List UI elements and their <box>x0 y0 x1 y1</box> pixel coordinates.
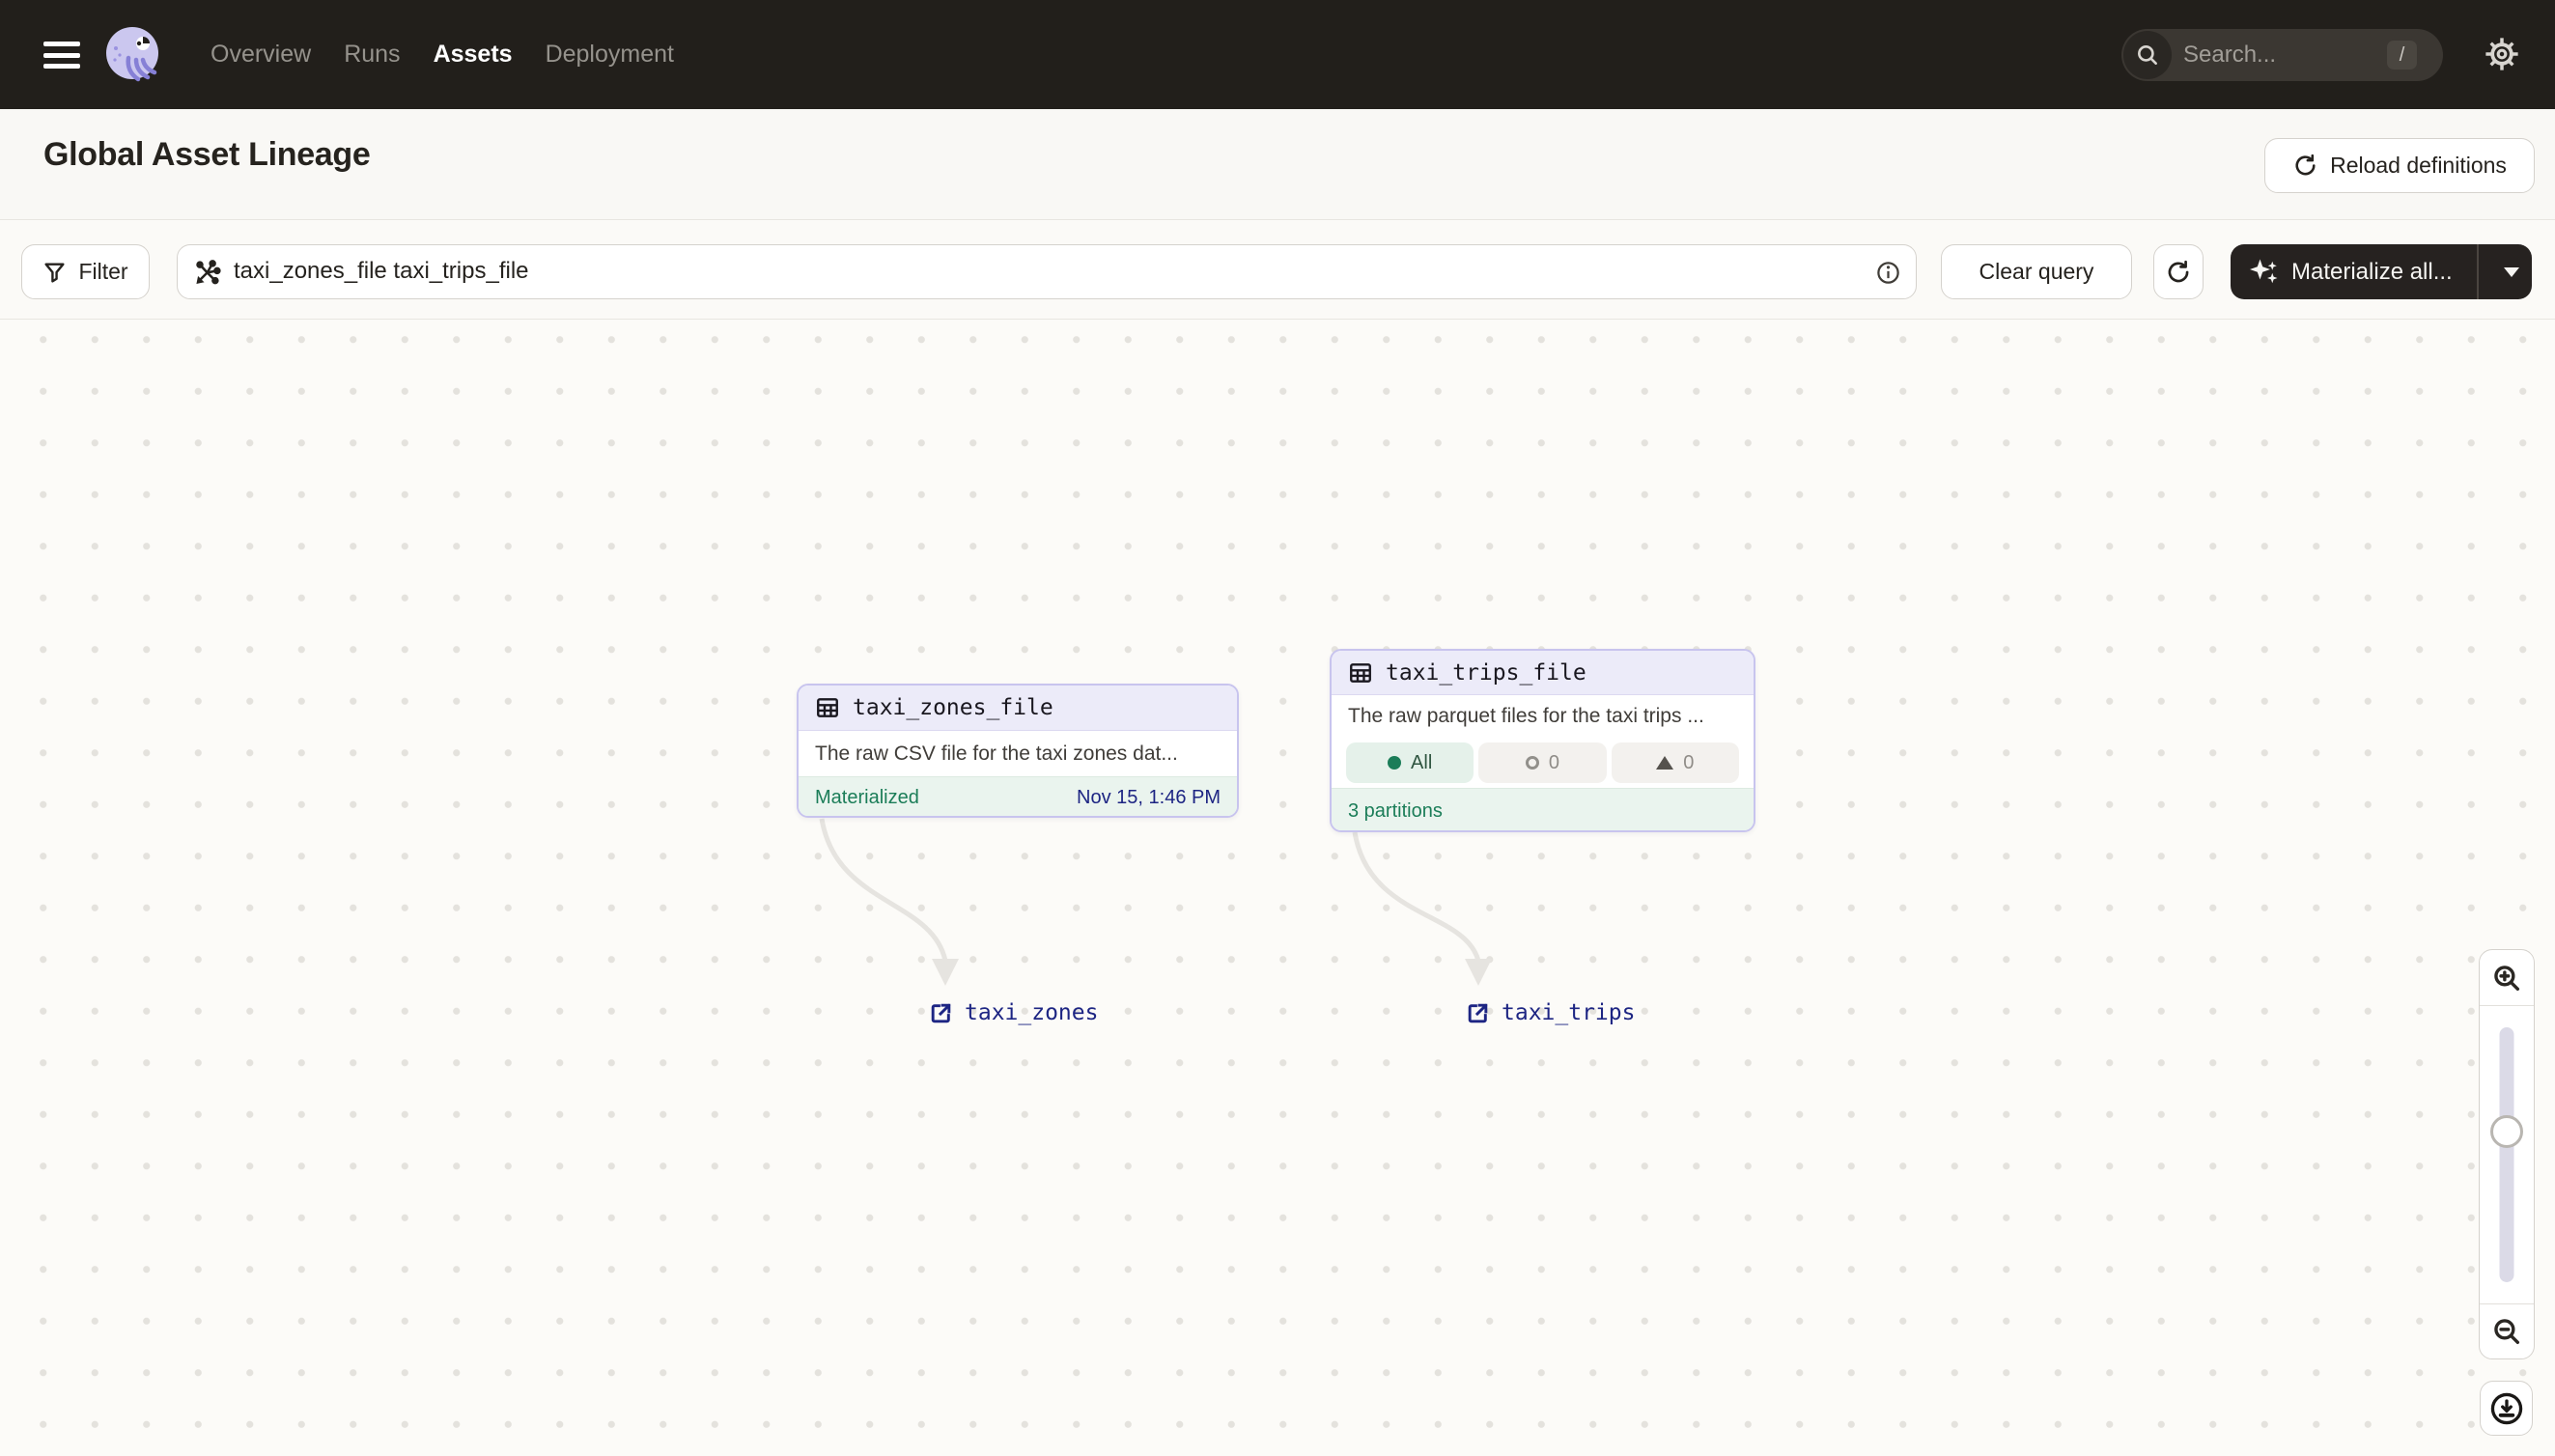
zoom-slider-track[interactable] <box>2499 1027 2514 1282</box>
asset-node-header: taxi_zones_file <box>799 686 1237 731</box>
zoom-in-icon <box>2494 965 2520 991</box>
ring-icon <box>1525 756 1539 770</box>
partitions-materialized-pill[interactable]: All <box>1346 742 1474 783</box>
main-nav: Overview Runs Assets Deployment <box>211 0 674 109</box>
nav-item-runs[interactable]: Runs <box>344 41 400 69</box>
materialize-all-label: Materialize all... <box>2291 258 2453 285</box>
materialize-dropdown-caret[interactable] <box>2491 244 2532 299</box>
settings-gear-icon[interactable] <box>2484 36 2520 72</box>
asset-selection-input[interactable] <box>234 247 1827 295</box>
button-divider <box>2477 244 2479 299</box>
refresh-icon <box>2168 260 2189 282</box>
filter-button[interactable]: Filter <box>21 244 150 299</box>
download-icon <box>2490 1392 2522 1424</box>
reload-definitions-button[interactable]: Reload definitions <box>2264 138 2535 193</box>
materialize-all-button[interactable]: Materialize all... <box>2231 244 2532 299</box>
asset-selection-box <box>177 244 1917 299</box>
lineage-toolbar: Filter Clear query Mater <box>0 221 2555 320</box>
external-link-icon <box>931 1003 951 1022</box>
page-header: Global Asset Lineage Reload definitions <box>0 109 2555 220</box>
green-dot-icon <box>1388 756 1402 770</box>
nav-item-assets[interactable]: Assets <box>434 41 513 69</box>
partition-health-row: All 0 0 <box>1332 738 1754 788</box>
top-navigation-bar: Overview Runs Assets Deployment / <box>0 0 2555 109</box>
asset-description: The raw CSV file for the taxi zones dat.… <box>815 742 1178 765</box>
clear-query-button[interactable]: Clear query <box>1941 244 2132 299</box>
asset-partitions-footer: 3 partitions <box>1332 788 1754 830</box>
zoom-out-button[interactable] <box>2480 1304 2534 1358</box>
search-icon <box>2123 31 2172 79</box>
zoom-out-icon <box>2494 1319 2520 1345</box>
nav-item-overview[interactable]: Overview <box>211 41 311 69</box>
nav-item-deployment[interactable]: Deployment <box>546 41 674 69</box>
triangle-icon <box>1656 756 1674 770</box>
asset-status-footer: Materialized Nov 15, 1:46 PM <box>799 776 1237 816</box>
materialized-status: Materialized <box>815 786 919 808</box>
zoom-in-button[interactable] <box>2480 950 2534 1005</box>
external-link-icon <box>1468 1003 1488 1022</box>
zoom-slider <box>2480 1005 2534 1304</box>
funnel-icon <box>44 263 65 283</box>
asset-node-taxi-trips-file[interactable]: taxi_trips_file The raw parquet files fo… <box>1330 649 1755 832</box>
sparkle-icon <box>2250 259 2278 283</box>
asset-name: taxi_zones_file <box>853 695 1053 720</box>
asset-node-header: taxi_trips_file <box>1332 651 1754 695</box>
downstream-link-taxi-trips[interactable]: taxi_trips <box>1466 1000 1635 1025</box>
page-title: Global Asset Lineage <box>43 136 371 173</box>
dagster-logo[interactable] <box>102 25 162 85</box>
download-image-button[interactable] <box>2480 1381 2533 1436</box>
zoom-slider-handle[interactable] <box>2490 1115 2523 1148</box>
table-icon <box>817 698 838 717</box>
partitions-failed-pill[interactable]: 0 <box>1478 742 1607 783</box>
search-input[interactable] <box>2183 29 2376 81</box>
info-icon[interactable] <box>1875 260 1901 286</box>
lineage-canvas[interactable]: taxi_zones_file The raw CSV file for the… <box>0 320 2555 1456</box>
global-search[interactable]: / <box>2121 29 2443 81</box>
zoom-controls <box>2479 949 2535 1359</box>
hamburger-menu-icon[interactable] <box>43 42 80 69</box>
asset-graph-icon <box>196 260 221 285</box>
refresh-graph-button[interactable] <box>2153 244 2204 299</box>
partition-count: 3 partitions <box>1348 799 1443 822</box>
asset-node-taxi-zones-file[interactable]: taxi_zones_file The raw CSV file for the… <box>797 684 1239 818</box>
table-icon <box>1350 662 1371 683</box>
partitions-missing-pill[interactable]: 0 <box>1611 742 1739 783</box>
downstream-link-taxi-zones[interactable]: taxi_zones <box>929 1000 1098 1025</box>
search-shortcut-keycap: / <box>2387 41 2417 70</box>
asset-name: taxi_trips_file <box>1386 659 1586 686</box>
lineage-edges <box>819 818 1492 986</box>
materialized-timestamp[interactable]: Nov 15, 1:46 PM <box>1077 787 1221 809</box>
asset-description: The raw parquet files for the taxi trips… <box>1348 705 1704 727</box>
refresh-icon <box>2295 154 2316 176</box>
